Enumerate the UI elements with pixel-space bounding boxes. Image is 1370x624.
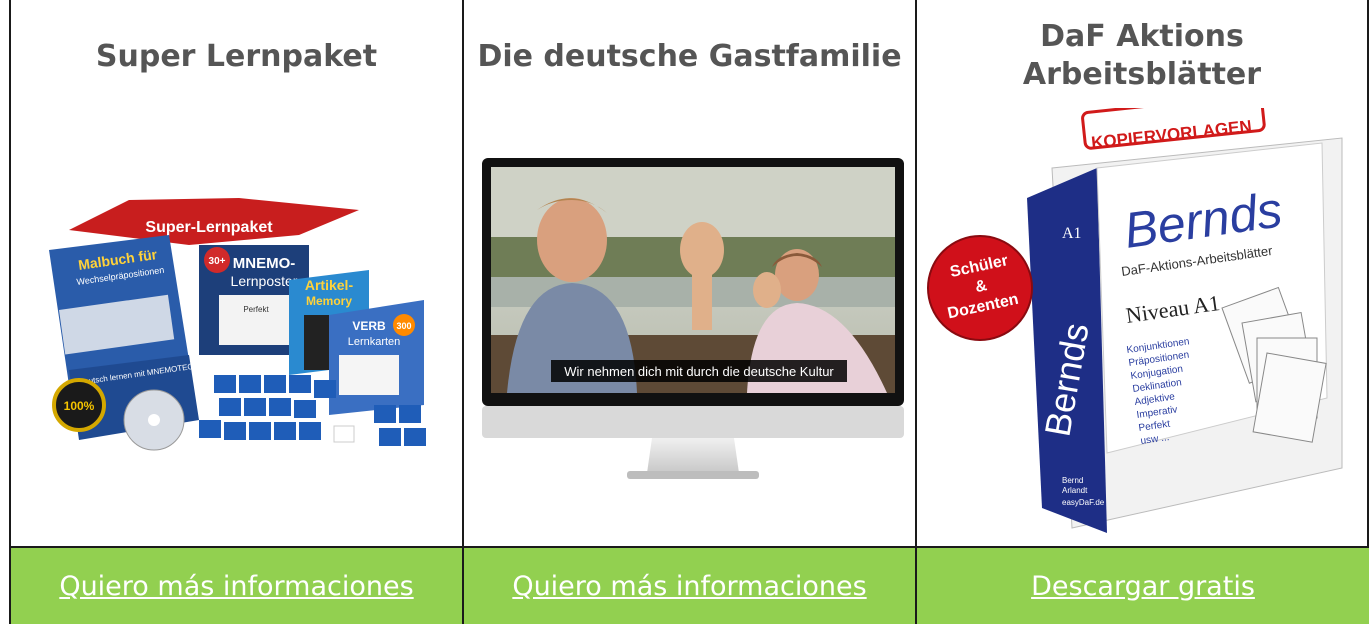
cta-cell-gastfamilie: Quiero más informaciones: [464, 546, 917, 624]
product-cell-super-lernpaket: Super Lernpaket Super-Lernpaket Malbuch …: [11, 0, 464, 546]
box-verb-sub: Lernkarten: [348, 336, 401, 348]
product-title-arbeitsblaetter: DaF Aktions Arbeitsblätter: [917, 18, 1367, 94]
book-author-last: Arlandt: [1062, 486, 1088, 495]
woman-hand: [753, 272, 781, 308]
monitor-stand: [647, 438, 739, 473]
product-title-line-2: Arbeitsblätter: [1022, 57, 1262, 92]
product-cell-arbeitsblaetter: DaF Aktions Arbeitsblätter Bernds A1 Ber…: [917, 0, 1369, 546]
box-artikel-sub: Memory: [306, 294, 352, 308]
man-head: [537, 198, 607, 282]
product-title-line: Die deutsche Gastfamilie: [477, 39, 902, 74]
box-verb-card: [339, 355, 399, 395]
monitor-chin: [482, 406, 904, 438]
poster-card: [219, 295, 294, 345]
guarantee-seal-text: 100%: [64, 399, 95, 413]
book-spine-level: A1: [1062, 225, 1082, 242]
gastfamilie-monitor-image[interactable]: Wir nehmen dich mit durch die deutsche K…: [477, 155, 907, 485]
poster-badge-text: 30+: [209, 256, 226, 267]
book-author-first: Bernd: [1062, 476, 1083, 485]
product-table: Super Lernpaket Super-Lernpaket Malbuch …: [9, 0, 1369, 624]
more-info-link-super-lernpaket[interactable]: Quiero más informaciones: [59, 571, 413, 602]
product-title-line-1: DaF Aktions: [1040, 19, 1244, 54]
waving-hand: [680, 222, 724, 278]
poster-caption: Perfekt: [243, 305, 269, 314]
video-subtitle: Wir nehmen dich mit durch die deutsche K…: [564, 364, 834, 379]
arbeitsblaetter-book-image[interactable]: Bernds A1 Bernd Arlandt easyDaF.de Bernd…: [922, 108, 1362, 540]
box-verb-title: VERB: [352, 319, 386, 333]
book-publisher: easyDaF.de: [1062, 498, 1105, 507]
poster-title: MNEMO-: [233, 255, 296, 272]
waving-arm: [692, 270, 712, 330]
product-cell-gastfamilie: Die deutsche Gastfamilie Wir nehmen dich…: [464, 0, 917, 546]
product-title-super-lernpaket: Super Lernpaket: [11, 38, 462, 76]
super-lernpaket-image[interactable]: Super-Lernpaket Malbuch für Wechselpräpo…: [39, 190, 439, 460]
cta-cell-arbeitsblaetter: Descargar gratis: [917, 546, 1369, 624]
box-artikel-title: Artikel-: [305, 277, 354, 293]
product-title-gastfamilie: Die deutsche Gastfamilie: [464, 38, 915, 76]
monitor-base: [627, 471, 759, 479]
cd-hole: [148, 414, 160, 426]
poster-sub: Lernposter: [231, 273, 298, 289]
more-info-link-gastfamilie[interactable]: Quiero más informaciones: [512, 571, 866, 602]
product-title-line: Super Lernpaket: [95, 39, 378, 74]
banner-text: Super-Lernpaket: [145, 219, 273, 236]
box-verb-badge-text: 300: [396, 321, 411, 331]
cta-cell-super-lernpaket: Quiero más informaciones: [11, 546, 464, 624]
memory-card-open: [333, 425, 355, 443]
download-free-link[interactable]: Descargar gratis: [1031, 571, 1255, 602]
woman-head: [775, 249, 819, 301]
